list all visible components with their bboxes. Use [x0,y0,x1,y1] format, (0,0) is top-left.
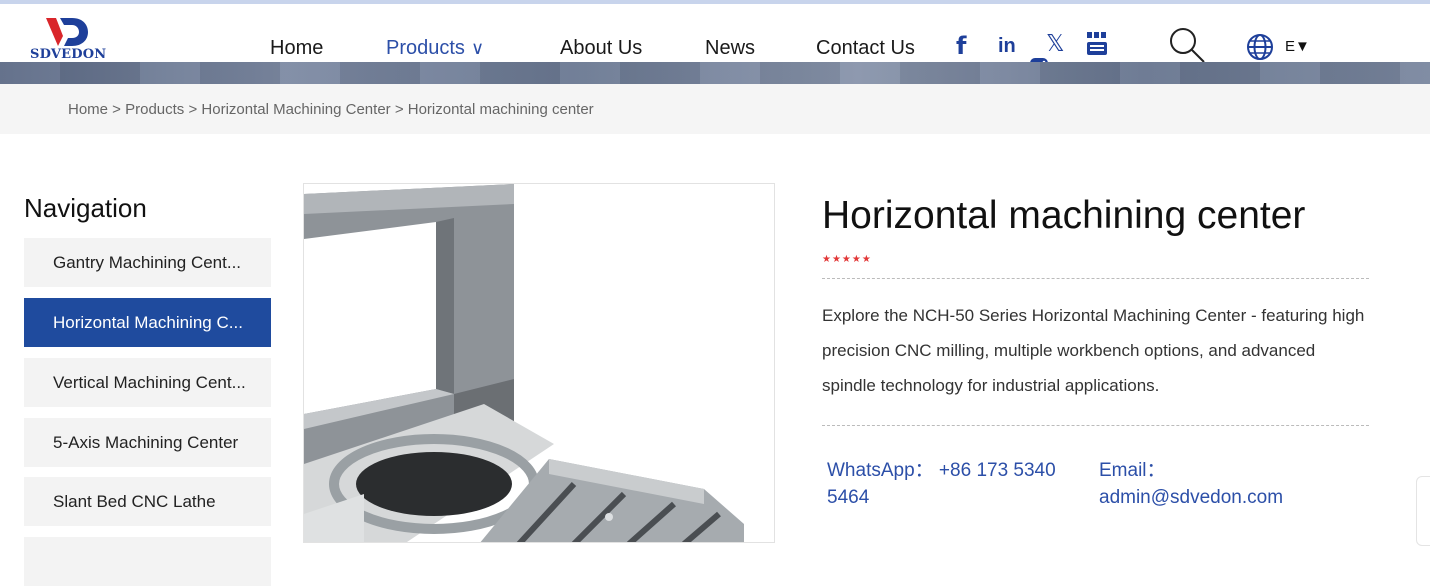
sidebar-item-gantry[interactable]: Gantry Machining Cent... [24,238,271,287]
youtube-icon[interactable] [1086,30,1108,63]
whatsapp-contact[interactable]: WhatsApp： +86 173 5340 5464 [827,457,1089,511]
nav-about-us[interactable]: About Us [560,37,642,60]
sidebar-item-next[interactable] [24,537,271,586]
nav-news[interactable]: News [705,37,755,60]
sidebar-item-5-axis[interactable]: 5-Axis Machining Center [24,418,271,467]
divider-bottom [822,425,1369,426]
sidebar-title: Navigation [24,193,147,223]
floating-side-tab[interactable] [1416,476,1430,546]
header-banner-strip [0,62,1430,84]
linkedin-icon[interactable]: in [998,35,1016,58]
site-header: SDVEDON Home Products ∨ About Us News Con… [0,4,1430,76]
logo-text: SDVEDON [30,47,107,62]
nav-products-label: Products [386,37,465,59]
product-description: Explore the NCH-50 Series Horizontal Mac… [822,306,1365,395]
logo-mark-icon [46,18,88,46]
sidebar-item-vertical[interactable]: Vertical Machining Cent... [24,358,271,407]
sidebar-item-horizontal[interactable]: Horizontal Machining C... [24,298,271,347]
machining-center-photo [304,184,774,542]
product-image[interactable] [303,183,775,543]
breadcrumb[interactable]: Home > Products > Horizontal Machining C… [68,101,594,118]
site-logo[interactable]: SDVEDON [30,16,120,64]
language-selector[interactable]: E▼ [1285,38,1310,55]
nav-products[interactable]: Products ∨ [386,37,484,60]
breadcrumb-bar: Home > Products > Horizontal Machining C… [0,84,1430,134]
product-title: Horizontal machining center [822,194,1306,237]
nav-contact-us[interactable]: Contact Us [816,37,915,60]
divider-top [822,278,1369,279]
chevron-down-icon: ∨ [470,38,485,58]
rating-stars: ★★★★★ [822,254,872,265]
email-contact[interactable]: Email： admin@sdvedon.com [1099,457,1319,511]
sidebar-item-slant-bed[interactable]: Slant Bed CNC Lathe [24,477,271,526]
nav-home[interactable]: Home [270,37,323,60]
x-twitter-icon[interactable]: 𝕏 [1046,31,1065,57]
facebook-icon[interactable]: f [956,32,966,60]
